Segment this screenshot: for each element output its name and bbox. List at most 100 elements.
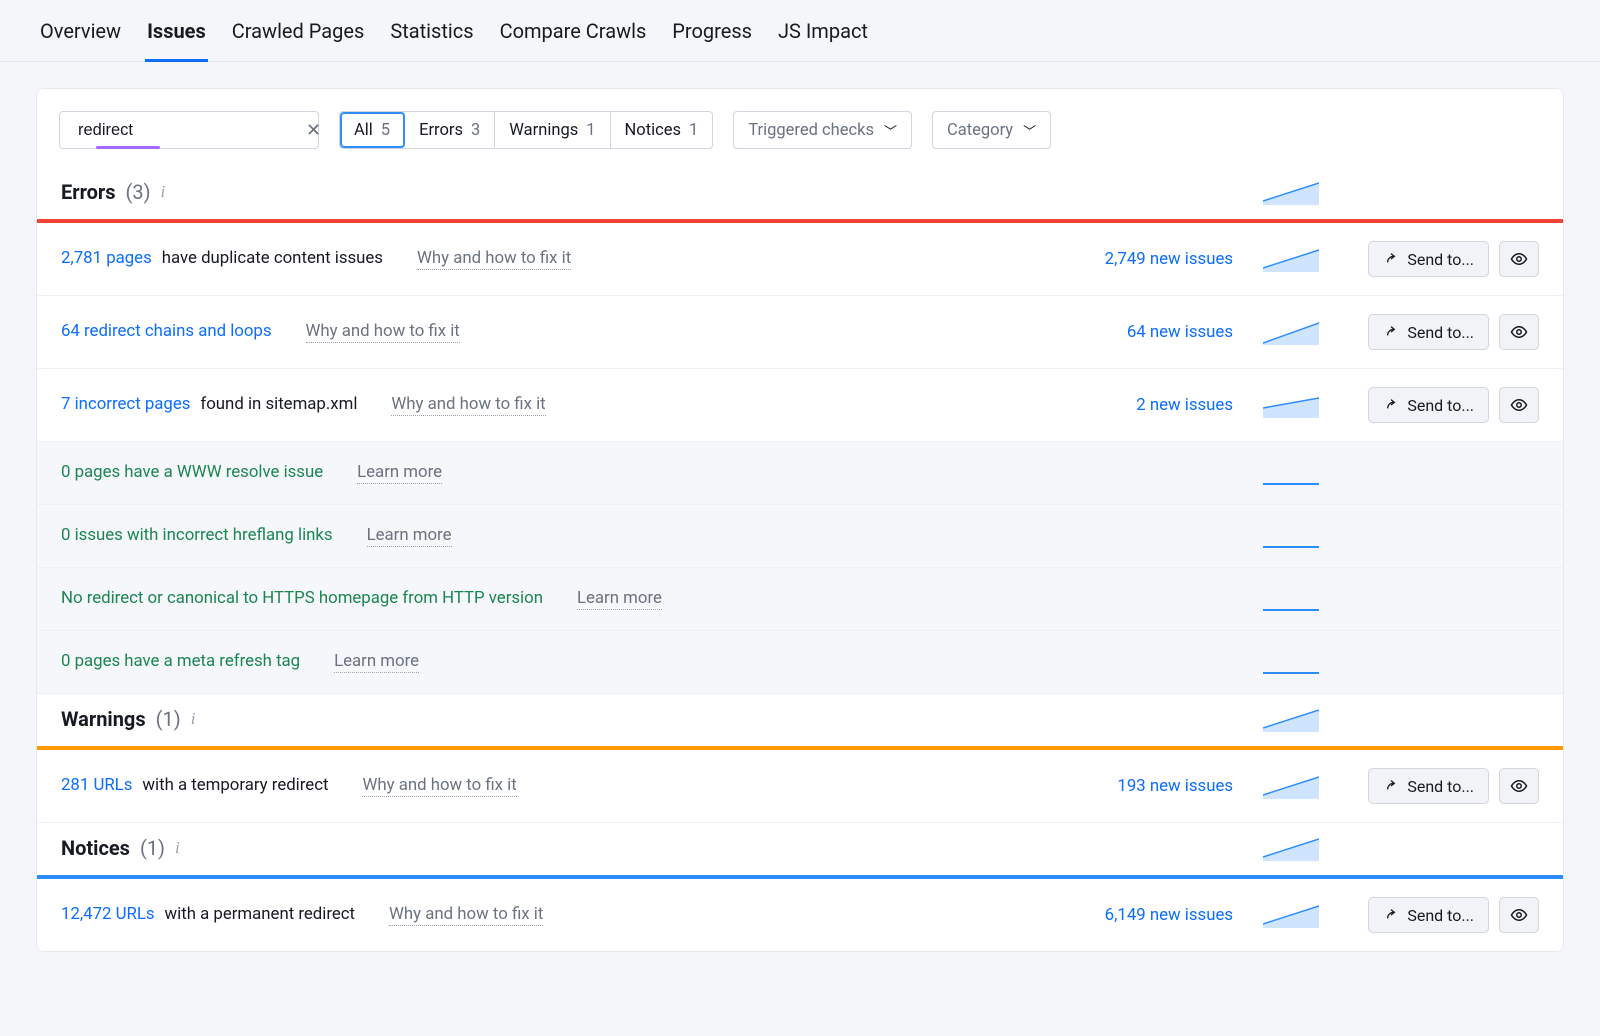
new-issues[interactable]: 64 new issues <box>1127 322 1233 342</box>
toolbar: ✕ All 5 Errors 3 Warnings 1 Notices 1 Tr… <box>37 89 1563 167</box>
hide-button[interactable] <box>1499 241 1539 277</box>
fix-link[interactable]: Why and how to fix it <box>362 775 516 797</box>
issue-row: 2,781 pages have duplicate content issue… <box>37 223 1563 296</box>
share-icon <box>1383 251 1399 267</box>
filter-errors-label: Errors <box>419 121 463 140</box>
sparkline <box>1263 523 1319 549</box>
filter-all-count: 5 <box>381 121 390 140</box>
triggered-checks-dropdown[interactable]: Triggered checks ﹀ <box>733 111 912 149</box>
sparkline <box>1263 246 1319 272</box>
hide-button[interactable] <box>1499 314 1539 350</box>
send-to-label: Send to... <box>1407 323 1474 342</box>
share-icon <box>1383 778 1399 794</box>
notices-count: (1) <box>140 836 165 860</box>
triggered-checks-label: Triggered checks <box>748 121 874 140</box>
tab-compare-crawls[interactable]: Compare Crawls <box>498 0 649 62</box>
learn-more-link[interactable]: Learn more <box>334 651 419 673</box>
warnings-count: (1) <box>156 707 181 731</box>
info-icon[interactable]: i <box>191 709 196 729</box>
send-to-label: Send to... <box>1407 250 1474 269</box>
hide-button[interactable] <box>1499 768 1539 804</box>
filter-notices[interactable]: Notices 1 <box>611 112 713 148</box>
filter-notices-label: Notices <box>625 121 682 140</box>
tab-statistics[interactable]: Statistics <box>388 0 475 62</box>
learn-more-link[interactable]: Learn more <box>367 525 452 547</box>
tab-overview[interactable]: Overview <box>38 0 123 62</box>
sparkline <box>1263 706 1319 732</box>
tab-issues[interactable]: Issues <box>145 0 208 62</box>
new-issues[interactable]: 193 new issues <box>1117 776 1233 796</box>
notices-header: Notices (1) i <box>37 823 1563 875</box>
sparkline <box>1263 460 1319 486</box>
send-to-button[interactable]: Send to... <box>1368 387 1489 423</box>
clear-search-icon[interactable]: ✕ <box>306 120 321 141</box>
category-dropdown[interactable]: Category ﹀ <box>932 111 1051 149</box>
chevron-down-icon: ﹀ <box>884 121 897 140</box>
search-box: ✕ <box>59 111 319 149</box>
learn-more-link[interactable]: Learn more <box>577 588 662 610</box>
sparkline <box>1263 773 1319 799</box>
tab-js-impact[interactable]: JS Impact <box>776 0 870 62</box>
send-to-button[interactable]: Send to... <box>1368 768 1489 804</box>
sparkline <box>1263 319 1319 345</box>
sparkline <box>1263 902 1319 928</box>
tab-crawled-pages[interactable]: Crawled Pages <box>230 0 367 62</box>
share-icon <box>1383 907 1399 923</box>
filter-errors-count: 3 <box>471 121 480 140</box>
filter-all-label: All <box>354 121 373 140</box>
issue-row: 12,472 URLs with a permanent redirect Wh… <box>37 879 1563 951</box>
eye-icon <box>1510 777 1528 795</box>
issue-link[interactable]: 2,781 pages <box>61 248 152 268</box>
learn-more-link[interactable]: Learn more <box>357 462 442 484</box>
issue-text: found in sitemap.xml <box>200 394 357 414</box>
sparkline <box>1263 649 1319 675</box>
errors-header: Errors (3) i <box>37 167 1563 219</box>
fix-link[interactable]: Why and how to fix it <box>391 394 545 416</box>
send-to-button[interactable]: Send to... <box>1368 897 1489 933</box>
filter-all[interactable]: All 5 <box>340 112 405 148</box>
fix-link[interactable]: Why and how to fix it <box>306 321 460 343</box>
new-issues[interactable]: 2,749 new issues <box>1105 249 1233 269</box>
sparkline <box>1263 179 1319 205</box>
search-input[interactable] <box>78 121 298 140</box>
fix-link[interactable]: Why and how to fix it <box>417 248 571 270</box>
send-to-button[interactable]: Send to... <box>1368 241 1489 277</box>
filter-warnings-count: 1 <box>586 121 595 140</box>
warnings-header: Warnings (1) i <box>37 694 1563 746</box>
issue-link[interactable]: 64 redirect chains and loops <box>61 321 272 341</box>
passed-text: 0 pages have a WWW resolve issue <box>61 462 323 482</box>
info-icon[interactable]: i <box>175 838 180 858</box>
issues-panel: ✕ All 5 Errors 3 Warnings 1 Notices 1 Tr… <box>36 88 1564 952</box>
nav-tabs: Overview Issues Crawled Pages Statistics… <box>0 0 1600 62</box>
passed-text: No redirect or canonical to HTTPS homepa… <box>61 588 543 608</box>
filter-warnings[interactable]: Warnings 1 <box>495 112 610 148</box>
issue-link[interactable]: 7 incorrect pages <box>61 394 190 414</box>
sparkline <box>1263 392 1319 418</box>
issue-link[interactable]: 281 URLs <box>61 775 132 795</box>
category-label: Category <box>947 121 1013 140</box>
filter-errors[interactable]: Errors 3 <box>405 112 495 148</box>
hide-button[interactable] <box>1499 387 1539 423</box>
fix-link[interactable]: Why and how to fix it <box>389 904 543 926</box>
errors-count: (3) <box>125 180 150 204</box>
issue-text: with a permanent redirect <box>165 904 356 924</box>
filter-segmented: All 5 Errors 3 Warnings 1 Notices 1 <box>339 111 713 149</box>
filter-notices-count: 1 <box>689 121 698 140</box>
passed-row: No redirect or canonical to HTTPS homepa… <box>37 568 1563 631</box>
info-icon[interactable]: i <box>161 182 166 202</box>
eye-icon <box>1510 396 1528 414</box>
tab-progress[interactable]: Progress <box>670 0 754 62</box>
errors-title: Errors <box>61 180 115 204</box>
hide-button[interactable] <box>1499 897 1539 933</box>
sparkline <box>1263 835 1319 861</box>
notices-title: Notices <box>61 836 130 860</box>
issue-link[interactable]: 12,472 URLs <box>61 904 155 924</box>
send-to-label: Send to... <box>1407 777 1474 796</box>
send-to-button[interactable]: Send to... <box>1368 314 1489 350</box>
issue-row: 281 URLs with a temporary redirect Why a… <box>37 750 1563 823</box>
chevron-down-icon: ﹀ <box>1023 121 1036 140</box>
new-issues[interactable]: 6,149 new issues <box>1105 905 1233 925</box>
eye-icon <box>1510 250 1528 268</box>
passed-text: 0 pages have a meta refresh tag <box>61 651 300 671</box>
new-issues[interactable]: 2 new issues <box>1136 395 1233 415</box>
